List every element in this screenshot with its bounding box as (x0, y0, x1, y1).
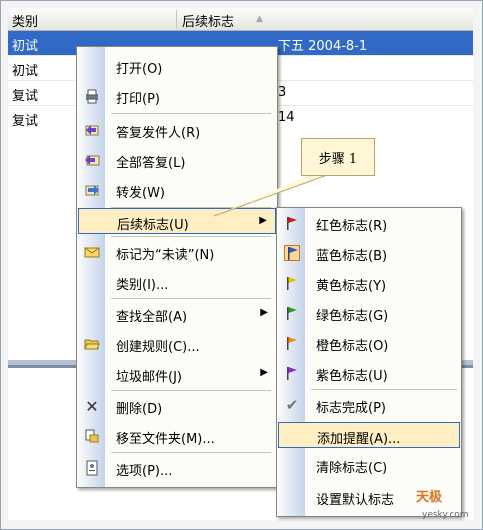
reply-icon (84, 122, 100, 138)
menu-item-label: 打开(O) (116, 62, 163, 77)
watermark-logo: 天极 yesky.com (410, 486, 476, 526)
menu-item-label: 选项(P)... (116, 464, 173, 479)
envelope-icon (84, 244, 100, 260)
flag-submenu: 红色标志(R) 蓝色标志(B) 黄色标志(Y) 绿色标志(G) 橙色标志(O) … (276, 207, 462, 517)
submenu-arrow-icon: ▶ (260, 367, 268, 378)
reply-all-icon (84, 152, 100, 168)
menu-item-flag-complete[interactable]: ✔ 标志完成(P) (278, 392, 460, 418)
yellow-flag-icon (284, 275, 300, 291)
menu-item-label: 标志完成(P) (316, 401, 386, 416)
submenu-arrow-icon: ▶ (260, 307, 268, 318)
menu-icon-gutter (77, 47, 105, 487)
menu-item-categories[interactable]: 类别(I)... (78, 269, 276, 295)
menu-item-label: 移至文件夹(M)... (116, 432, 215, 447)
row-followup: 3 (278, 85, 287, 100)
folder-open-icon (84, 336, 100, 352)
menu-item-mark-unread[interactable]: 标记为“未读”(N) (78, 239, 276, 265)
menu-item-follow-up-flag[interactable]: 后续标志(U) ▶ (78, 208, 276, 234)
orange-flag-icon (284, 335, 300, 351)
step-callout: 步骤 1 (301, 138, 375, 176)
menu-item-label: 转发(W) (116, 186, 165, 201)
menu-item-reply[interactable]: 答复发件人(R) (78, 117, 276, 143)
menu-item-label: 清除标志(C) (316, 461, 388, 476)
menu-item-label: 答复发件人(R) (116, 126, 201, 141)
menu-item-delete[interactable]: ✕ 删除(D) (78, 393, 276, 419)
menu-item-label: 红色标志(R) (316, 219, 388, 234)
menu-item-add-reminder[interactable]: 添加提醒(A)... (278, 422, 460, 448)
row-followup: 下五 2004-8-1 (278, 39, 368, 54)
menu-item-label: 垃圾邮件(J) (116, 370, 182, 385)
menu-item-move-to-folder[interactable]: 移至文件夹(M)... (78, 423, 276, 449)
menu-item-red-flag[interactable]: 红色标志(R) (278, 210, 460, 236)
blue-flag-icon (284, 245, 300, 261)
menu-item-label: 创建规则(C)... (116, 340, 200, 355)
menu-item-label: 黄色标志(Y) (316, 279, 387, 294)
row-category: 初试 (12, 64, 39, 79)
menu-item-label: 类别(I)... (116, 278, 169, 293)
menu-item-label: 标记为“未读”(N) (116, 248, 215, 263)
menu-item-junk-mail[interactable]: 垃圾邮件(J) ▶ (78, 361, 276, 387)
menu-item-yellow-flag[interactable]: 黄色标志(Y) (278, 270, 460, 296)
context-menu: 打开(O) 打印(P) 答复发件人(R) 全部答复(L) 转发(W) 后续标志(… (76, 46, 278, 488)
menu-item-clear-flag[interactable]: 清除标志(C) (278, 452, 460, 478)
checkmark-icon: ✔ (285, 396, 299, 414)
menu-item-label: 设置默认标志 (316, 493, 395, 508)
menu-item-label: 全部答复(L) (116, 156, 186, 171)
sort-ascending-icon: ▲ (256, 14, 263, 24)
menu-separator (111, 298, 271, 299)
callout-text: 步骤 1 (318, 151, 358, 167)
delete-icon: ✕ (85, 396, 99, 416)
menu-item-label: 紫色标志(U) (316, 369, 388, 384)
menu-item-label: 绿色标志(G) (316, 309, 389, 324)
move-to-folder-icon (84, 428, 100, 444)
menu-item-label: 打印(P) (116, 92, 160, 107)
menu-item-create-rule[interactable]: 创建规则(C)... (78, 331, 276, 357)
purple-flag-icon (284, 365, 300, 381)
row-category: 复试 (12, 114, 39, 129)
submenu-arrow-icon: ▶ (259, 215, 267, 226)
menu-item-find-all[interactable]: 查找全部(A) ▶ (78, 301, 276, 327)
menu-separator (111, 236, 271, 237)
green-flag-icon (284, 305, 300, 321)
list-header: 类别 后续标志 ▲ (8, 8, 473, 31)
red-flag-icon (284, 215, 300, 231)
menu-item-label: 后续标志(U) (117, 218, 189, 233)
menu-item-label: 橙色标志(O) (316, 339, 389, 354)
menu-separator (111, 390, 271, 391)
row-followup: 14 (278, 110, 295, 125)
options-icon (84, 460, 100, 476)
menu-item-reply-all[interactable]: 全部答复(L) (78, 147, 276, 173)
menu-separator (111, 113, 271, 114)
row-category: 初试 (12, 39, 39, 54)
printer-icon (84, 88, 100, 104)
menu-item-options[interactable]: 选项(P)... (78, 455, 276, 481)
menu-item-green-flag[interactable]: 绿色标志(G) (278, 300, 460, 326)
menu-item-forward[interactable]: 转发(W) (78, 177, 276, 203)
menu-item-label: 蓝色标志(B) (316, 249, 388, 264)
watermark-url: yesky.com (422, 510, 469, 520)
watermark-text: 天极 (416, 490, 443, 505)
forward-icon (84, 182, 100, 198)
menu-item-print[interactable]: 打印(P) (78, 83, 276, 109)
menu-separator (311, 389, 457, 390)
menu-item-open[interactable]: 打开(O) (78, 53, 276, 79)
menu-item-blue-flag[interactable]: 蓝色标志(B) (278, 240, 460, 266)
menu-separator (111, 452, 271, 453)
menu-item-purple-flag[interactable]: 紫色标志(U) (278, 360, 460, 386)
column-header-category[interactable]: 类别 (12, 11, 38, 30)
row-category: 复试 (12, 89, 39, 104)
menu-item-orange-flag[interactable]: 橙色标志(O) (278, 330, 460, 356)
column-header-followup[interactable]: 后续标志 (182, 11, 234, 30)
menu-item-label: 删除(D) (116, 402, 163, 417)
column-divider[interactable] (176, 10, 177, 28)
menu-item-label: 添加提醒(A)... (317, 432, 401, 447)
menu-item-label: 查找全部(A) (116, 310, 188, 325)
